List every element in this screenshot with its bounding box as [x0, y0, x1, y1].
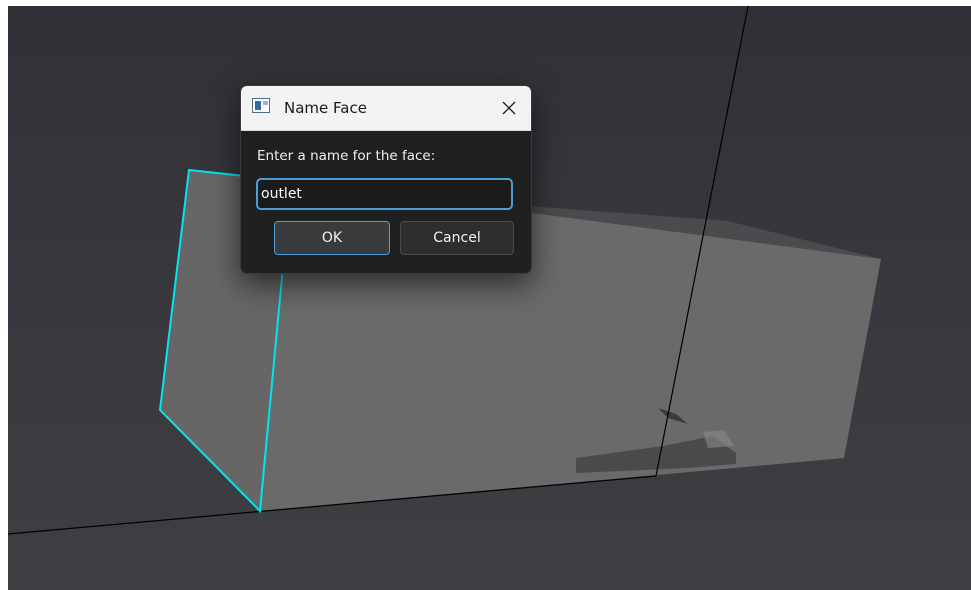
dialog-titlebar[interactable]: Name Face — [241, 86, 531, 131]
window-app-icon — [252, 98, 270, 113]
name-face-dialog: Name Face Enter a name for the face: OK … — [240, 85, 532, 274]
dialog-title: Name Face — [284, 99, 367, 117]
ok-button[interactable]: OK — [274, 221, 390, 255]
face-name-input[interactable] — [256, 178, 513, 210]
cancel-button[interactable]: Cancel — [400, 221, 514, 255]
close-icon — [502, 101, 516, 115]
prompt-label: Enter a name for the face: — [257, 148, 436, 164]
close-button[interactable] — [487, 86, 531, 130]
